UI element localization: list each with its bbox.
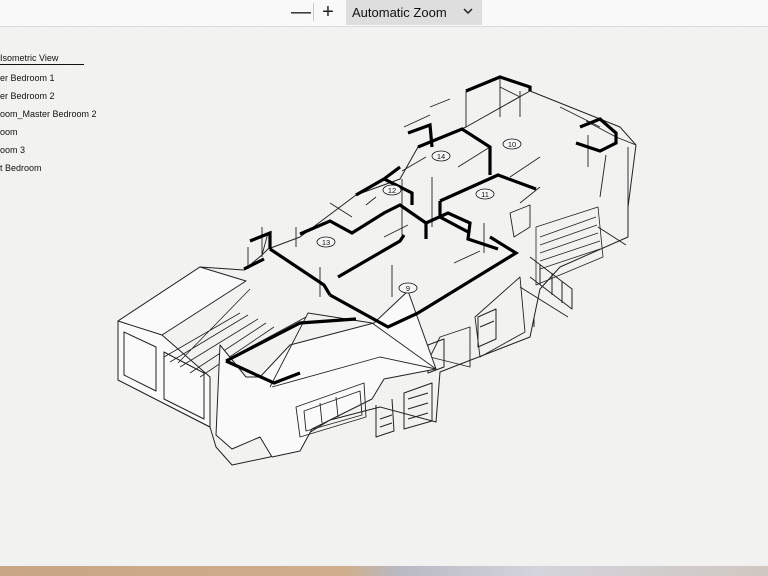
svg-text:10: 10 — [508, 140, 516, 149]
zoom-select[interactable]: Automatic Zoom — [346, 0, 482, 25]
room-label-12: 12 — [382, 184, 402, 196]
svg-text:12: 12 — [388, 186, 396, 195]
isometric-house-drawing: 9 10 11 12 13 14 — [117, 75, 637, 466]
garage — [535, 206, 604, 286]
svg-text:9: 9 — [406, 284, 410, 293]
zoom-in-button[interactable]: + — [315, 1, 341, 23]
room-label-13: 13 — [316, 236, 336, 248]
chevron-down-icon — [462, 3, 474, 22]
svg-text:13: 13 — [322, 238, 330, 247]
porch — [375, 382, 433, 438]
toolbar-separator — [313, 3, 314, 21]
room-label-9: 9 — [398, 282, 418, 294]
svg-text:11: 11 — [481, 190, 489, 199]
pdf-toolbar: — + Automatic Zoom — [0, 0, 768, 27]
zoom-select-value: Automatic Zoom — [352, 5, 447, 20]
deck-rail — [519, 256, 573, 327]
zoom-out-button[interactable]: — — [288, 1, 314, 23]
svg-text:14: 14 — [437, 152, 445, 161]
desktop-taskbar-strip — [0, 566, 768, 576]
room-label-11: 11 — [475, 188, 495, 200]
room-label-10: 10 — [502, 138, 522, 150]
window — [477, 308, 497, 348]
room-label-14: 14 — [431, 150, 451, 162]
